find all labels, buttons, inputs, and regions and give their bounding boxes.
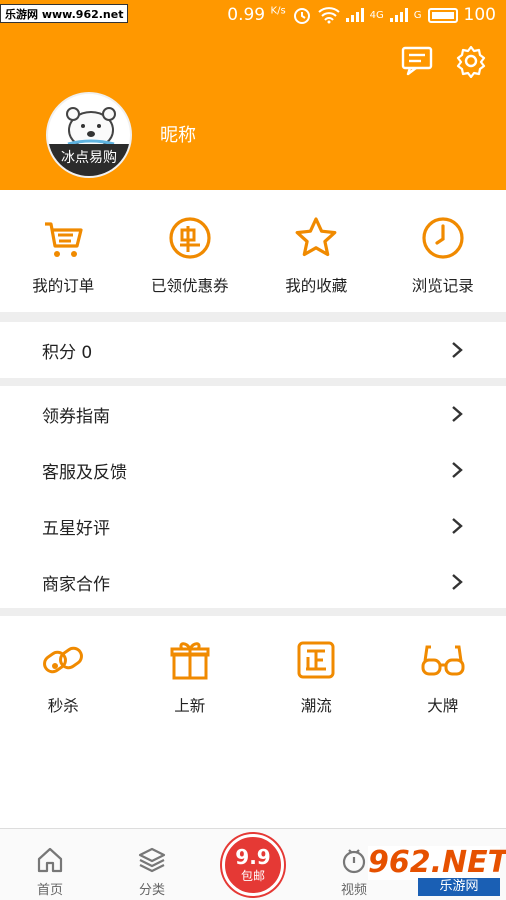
flash-sale-icon [43,646,84,674]
gift-icon [170,642,210,680]
big-brand-button[interactable]: 大牌 [380,616,506,726]
chevron-right-icon [452,574,463,590]
flash-sale-label: 秒杀 [47,697,79,715]
history-button[interactable]: 浏览记录 [380,190,506,312]
message-icon[interactable] [400,44,434,78]
wifi-icon [318,7,340,24]
network-type: 4G [369,9,384,21]
trend-label: 潮流 [300,697,332,715]
cart-icon [45,222,83,257]
flash-sale-button[interactable]: 秒杀 [0,616,127,726]
points-label: 积分 0 [42,342,93,363]
layers-icon [138,847,166,873]
my-orders-label: 我的订单 [32,277,95,295]
new-arrivals-label: 上新 [174,697,206,715]
coupon-icon [169,217,211,259]
divider [0,312,506,322]
menu-item-support[interactable]: 客服及反馈 [0,442,506,498]
nickname[interactable]: 昵称 [160,121,196,147]
tab-video-label: 视频 [340,883,367,898]
tab-category[interactable]: 分类 [122,845,182,898]
alarm-icon [293,8,310,24]
trend-icon [297,641,335,679]
menu-item-label: 商家合作 [42,574,110,595]
points-row[interactable]: 积分 0 [0,322,506,378]
menu-item-merchant[interactable]: 商家合作 [0,554,506,610]
favorites-label: 我的收藏 [285,277,348,295]
glasses-icon [421,645,465,676]
signal-icon [345,8,364,22]
profile-header: 乐游网 www.962.net 0.99 K/s 4G G 100 冰点易购 昵… [0,0,506,190]
big-brand-label: 大牌 [427,697,459,715]
coupons-button[interactable]: 已领优惠券 [127,190,254,312]
tab-home-label: 首页 [36,883,63,898]
divider [0,378,506,386]
signal-icon-2 [389,8,408,22]
menu-item-rate[interactable]: 五星好评 [0,498,506,554]
free-shipping-button[interactable]: 9.9 包邮 [222,834,284,896]
avatar[interactable]: 冰点易购 [46,92,132,178]
menu-item-label: 五星好评 [42,518,110,539]
chevron-right-icon [452,462,463,478]
watermark-bottom-right: 962.NET 乐游网 [368,845,506,896]
menu-item-label: 客服及反馈 [42,462,127,483]
center-label: 包邮 [240,869,265,883]
watermark-site: 乐游网 [418,878,500,896]
feature-grid: 秒杀 上新 潮流 大牌 [0,616,506,726]
watermark-logo: 962.NET [368,845,506,880]
menu-item-coupon-guide[interactable]: 领券指南 [0,386,506,442]
battery-icon [427,7,458,23]
gear-icon[interactable] [454,44,488,78]
home-icon [37,847,63,873]
tab-home[interactable]: 首页 [20,845,80,898]
new-arrivals-button[interactable]: 上新 [127,616,254,726]
tab-category-label: 分类 [138,883,165,898]
network-type-2: G [413,9,422,21]
divider [0,608,506,616]
history-label: 浏览记录 [411,277,474,295]
network-speed: 0.99 K/s [227,5,286,25]
avatar-brand-text: 冰点易购 [48,144,130,176]
chevron-right-icon [452,342,463,358]
star-icon [295,217,337,257]
watermark-top-left: 乐游网 www.962.net [0,4,129,23]
trend-button[interactable]: 潮流 [253,616,380,726]
video-icon [342,849,366,874]
chevron-right-icon [452,518,463,534]
status-bar: 乐游网 www.962.net 0.99 K/s 4G G 100 [0,0,506,30]
battery-level: 100 [463,5,496,25]
menu-item-label: 领券指南 [42,406,110,427]
favorites-button[interactable]: 我的收藏 [253,190,380,312]
chevron-right-icon [452,406,463,422]
order-shortcuts: 我的订单 已领优惠券 我的收藏 浏览记录 [0,190,506,312]
my-orders-button[interactable]: 我的订单 [0,190,127,312]
clock-icon [422,217,464,259]
coupons-label: 已领优惠券 [150,277,229,295]
center-price: 9.9 [235,845,271,869]
